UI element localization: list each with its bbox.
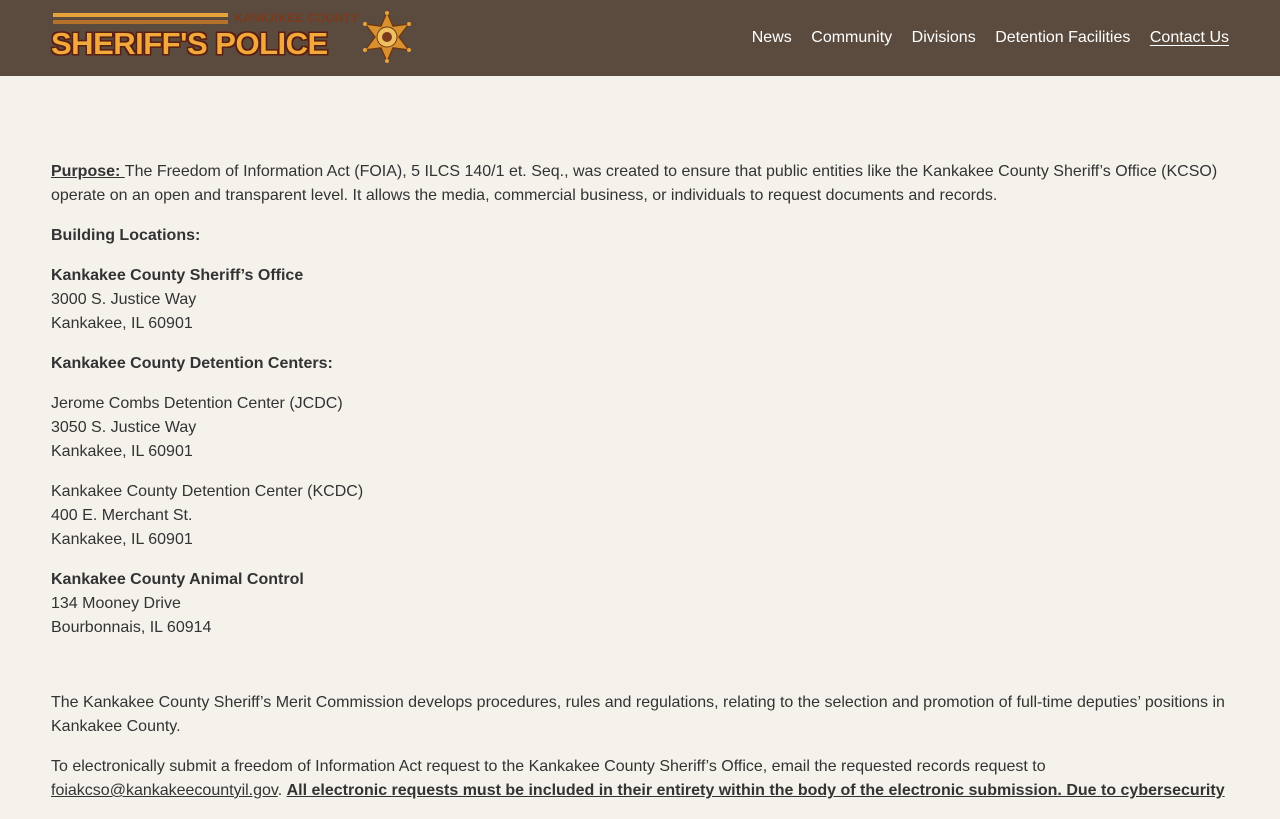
animal-control-name: Kankakee County Animal Control xyxy=(51,571,304,588)
foia-submit-paragraph: To electronically submit a freedom of In… xyxy=(51,755,1231,803)
address-line: Kankakee, IL 60901 xyxy=(51,531,193,548)
page-content: Purpose: The Freedom of Information Act … xyxy=(51,160,1231,819)
address-line: 400 E. Merchant St. xyxy=(51,507,193,524)
animal-control-address: Kankakee County Animal Control 134 Moone… xyxy=(51,568,1231,640)
address-line: Kankakee, IL 60901 xyxy=(51,443,193,460)
kcdc-address: Kankakee County Detention Center (KCDC) … xyxy=(51,480,1231,552)
nav-detention-facilities[interactable]: Detention Facilities xyxy=(995,28,1130,48)
foia-email-link[interactable]: foiakcso@kankakeecountyil.gov xyxy=(51,782,278,799)
address-line: 134 Mooney Drive xyxy=(51,595,181,612)
sheriff-office-address: Kankakee County Sheriff’s Office 3000 S.… xyxy=(51,264,1231,336)
purpose-label: Purpose: xyxy=(51,163,125,180)
logo-stripe xyxy=(53,13,228,17)
nav-community[interactable]: Community xyxy=(811,28,892,48)
sheriff-star-icon xyxy=(363,10,411,64)
nav-divisions[interactable]: Divisions xyxy=(912,28,976,48)
nav-contact-us[interactable]: Contact Us xyxy=(1150,28,1229,48)
site-header: KANKAKEE COUNTY SHERIFF'S POLICE News Co… xyxy=(0,0,1280,76)
site-logo[interactable]: KANKAKEE COUNTY SHERIFF'S POLICE xyxy=(51,10,413,66)
logo-stripe xyxy=(53,20,228,24)
detention-centers-heading: Kankakee County Detention Centers: xyxy=(51,355,333,372)
logo-county-text: KANKAKEE COUNTY xyxy=(234,11,360,25)
main-nav: News Community Divisions Detention Facil… xyxy=(732,28,1229,48)
sheriff-office-name: Kankakee County Sheriff’s Office xyxy=(51,267,304,284)
electronic-request-notice: All electronic requests must be included… xyxy=(286,782,1225,799)
kcdc-name: Kankakee County Detention Center (KCDC) xyxy=(51,483,364,500)
address-line: Bourbonnais, IL 60914 xyxy=(51,619,212,636)
merit-commission-paragraph: The Kankakee County Sheriff’s Merit Comm… xyxy=(51,694,1225,735)
address-line: 3050 S. Justice Way xyxy=(51,419,197,436)
after-email-text: . xyxy=(277,782,287,799)
jcdc-name: Jerome Combs Detention Center (JCDC) xyxy=(51,395,343,412)
building-locations-heading: Building Locations: xyxy=(51,227,201,244)
logo-main-text: SHERIFF'S POLICE xyxy=(51,26,328,61)
address-line: Kankakee, IL 60901 xyxy=(51,315,193,332)
purpose-text: The Freedom of Information Act (FOIA), 5… xyxy=(51,163,1218,204)
address-line: 3000 S. Justice Way xyxy=(51,291,197,308)
purpose-paragraph: Purpose: The Freedom of Information Act … xyxy=(51,160,1231,208)
submit-text: To electronically submit a freedom of In… xyxy=(51,758,1046,775)
nav-news[interactable]: News xyxy=(752,28,792,48)
jcdc-address: Jerome Combs Detention Center (JCDC) 305… xyxy=(51,392,1231,464)
